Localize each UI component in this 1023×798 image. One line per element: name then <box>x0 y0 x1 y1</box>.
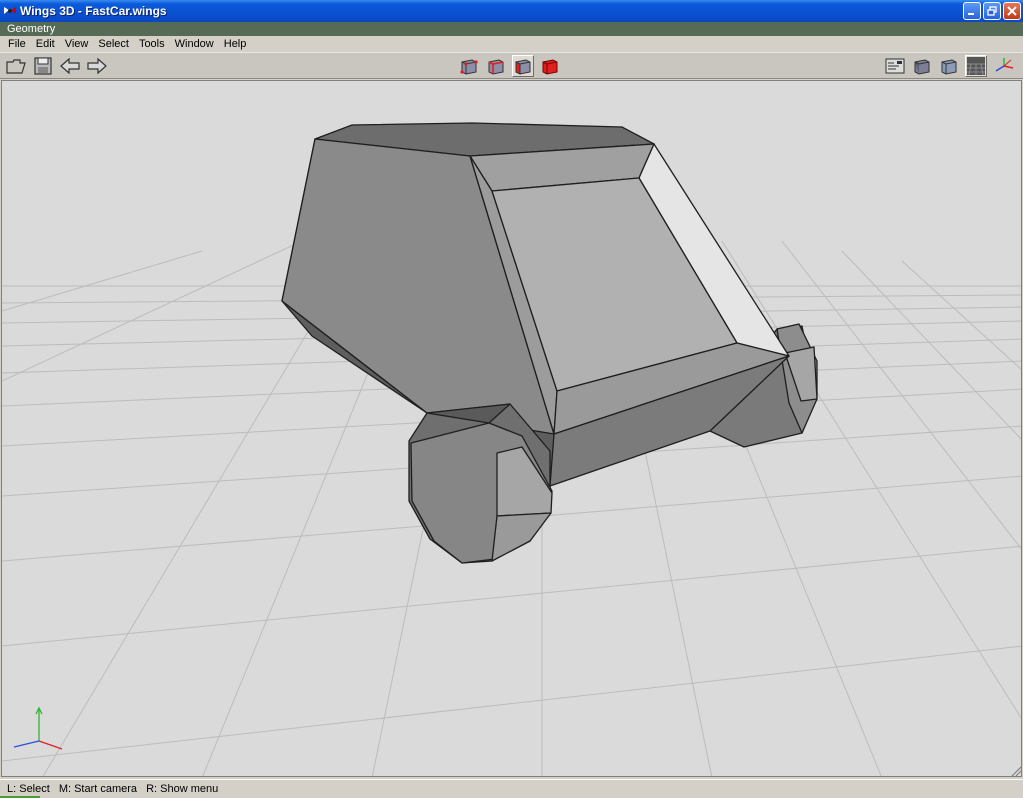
menu-tools[interactable]: Tools <box>134 37 170 52</box>
redo-arrow-icon <box>87 57 107 75</box>
menu-help[interactable]: Help <box>219 37 252 52</box>
body-mode-button[interactable] <box>539 55 561 77</box>
face-mode-icon <box>515 59 531 75</box>
status-middle-hint: M: Start camera <box>58 783 138 795</box>
menu-window[interactable]: Window <box>170 37 219 52</box>
body-mode-icon <box>542 59 558 75</box>
geometry-window-title: Geometry <box>0 22 1023 36</box>
axis-gizmo <box>13 706 63 750</box>
smooth-shading-icon <box>914 59 930 75</box>
restore-icon <box>987 6 997 16</box>
vertex-mode-icon <box>460 59 478 75</box>
ground-plane-button[interactable] <box>965 55 987 77</box>
menu-view[interactable]: View <box>60 37 94 52</box>
menu-edit[interactable]: Edit <box>31 37 60 52</box>
save-icon <box>34 57 52 75</box>
geometry-viewport[interactable] <box>1 80 1022 777</box>
restore-button[interactable] <box>983 2 1001 20</box>
axes-icon <box>995 58 1014 72</box>
toolbar <box>0 52 1023 79</box>
status-bar: L: Select M: Start camera R: Show menu <box>0 779 1023 798</box>
face-mode-button[interactable] <box>512 55 534 77</box>
close-button[interactable] <box>1003 2 1021 20</box>
vertex-mode-button[interactable] <box>458 55 480 77</box>
menu-bar: File Edit View Select Tools Window Help <box>0 36 1023 52</box>
menu-file[interactable]: File <box>3 37 31 52</box>
car-model[interactable] <box>281 122 818 564</box>
minimize-button[interactable] <box>963 2 981 20</box>
window-title: Wings 3D - FastCar.wings <box>20 4 167 18</box>
window-controls <box>963 2 1021 20</box>
title-bar: Wings 3D - FastCar.wings <box>0 0 1023 22</box>
status-right-hint: R: Show menu <box>146 783 219 795</box>
undo-button[interactable] <box>59 55 81 77</box>
redo-button[interactable] <box>86 55 108 77</box>
open-folder-icon <box>6 59 26 74</box>
flat-shading-icon <box>941 59 957 75</box>
axes-button[interactable] <box>993 55 1015 77</box>
minimize-icon <box>968 13 974 15</box>
wings-app-icon[interactable] <box>3 5 17 17</box>
outliner-button[interactable] <box>884 55 906 77</box>
smooth-shading-button[interactable] <box>911 55 933 77</box>
close-icon <box>1007 6 1017 16</box>
resize-grip-icon[interactable] <box>1011 766 1021 776</box>
status-left-hint: L: Select <box>7 783 50 795</box>
open-button[interactable] <box>5 55 27 77</box>
menu-select[interactable]: Select <box>93 37 134 52</box>
save-button[interactable] <box>32 55 54 77</box>
ground-plane-icon <box>967 57 985 76</box>
undo-arrow-icon <box>60 57 80 75</box>
edge-mode-icon <box>488 59 504 75</box>
outliner-icon <box>885 58 905 74</box>
edge-mode-button[interactable] <box>485 55 507 77</box>
flat-shading-button[interactable] <box>938 55 960 77</box>
